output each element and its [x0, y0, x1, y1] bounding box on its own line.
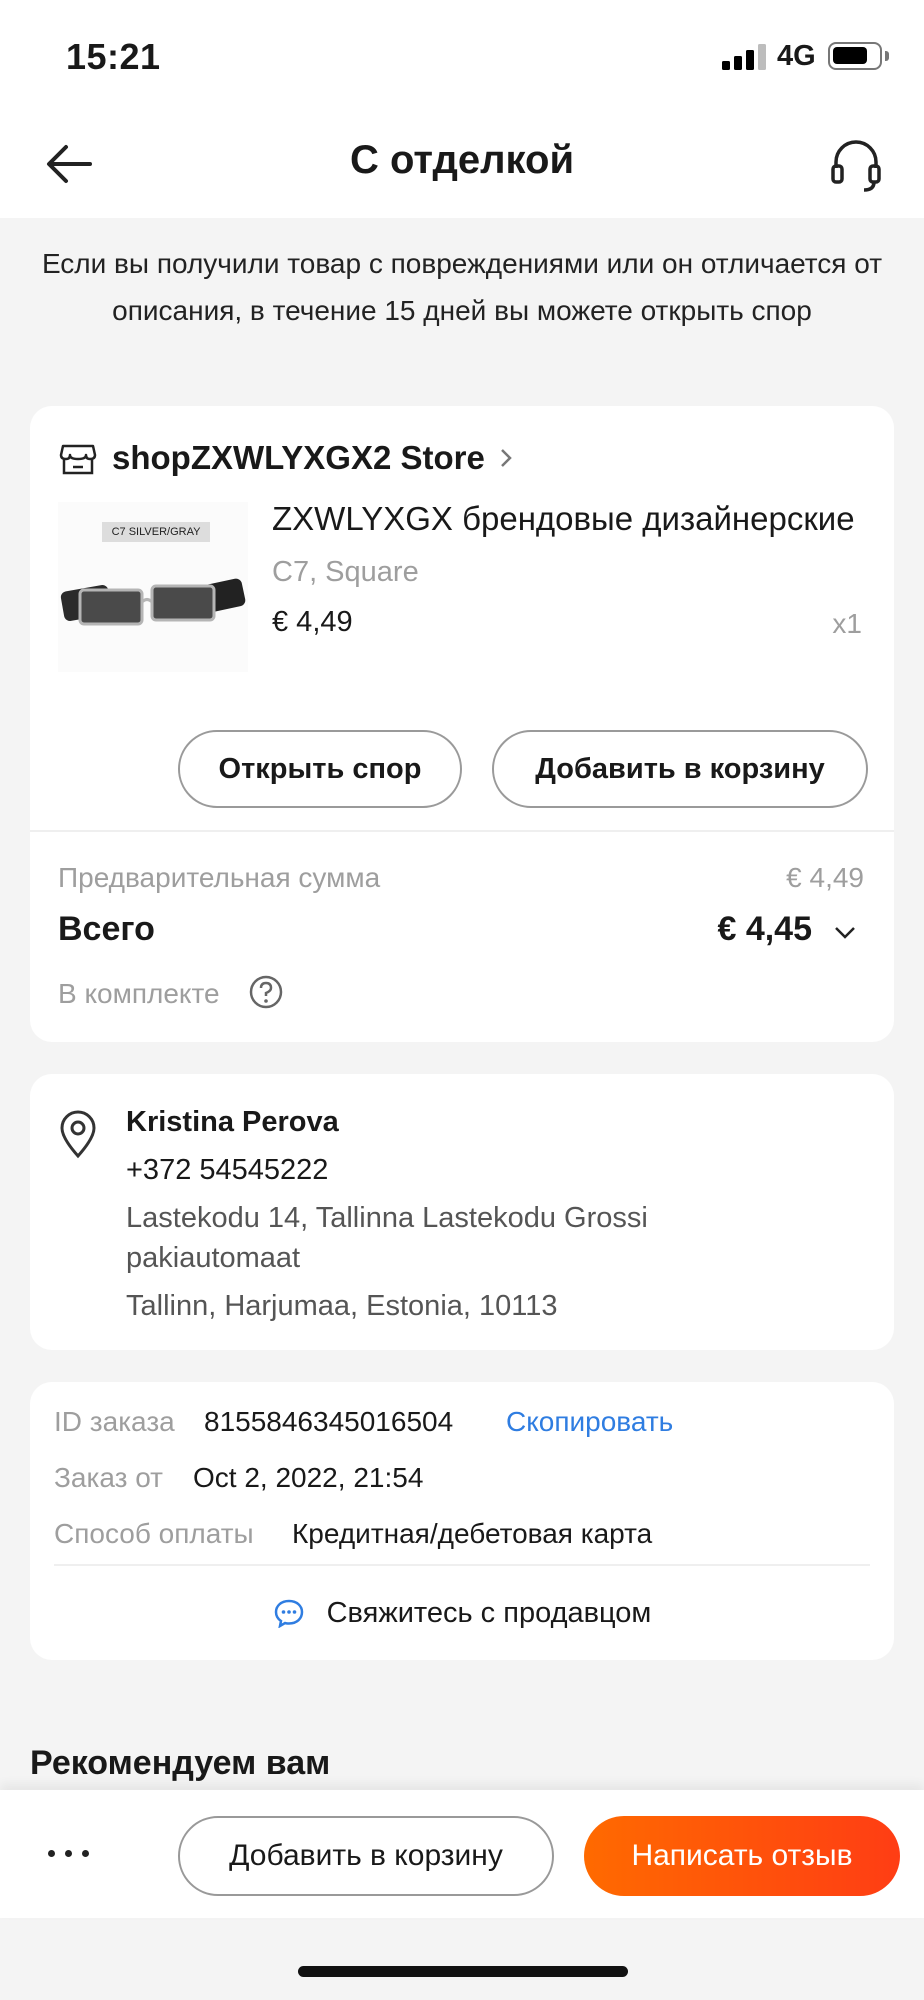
- home-indicator: [298, 1966, 628, 1977]
- recipient-name: Kristina Perova: [126, 1106, 339, 1138]
- dispute-notice: Если вы получили товар с повреждениями и…: [41, 248, 883, 326]
- open-dispute-button[interactable]: Открыть спор: [178, 730, 462, 808]
- page-title: С отделкой: [349, 138, 575, 182]
- bottom-add-to-cart-button[interactable]: Добавить в корзину: [178, 1816, 554, 1896]
- bottom-action-bar: Добавить в корзину Написать отзыв: [0, 1790, 924, 1918]
- status-bar: 15:21 4G: [0, 0, 924, 110]
- copy-order-id-link[interactable]: Скопировать: [506, 1406, 673, 1438]
- nav-bar: С отделкой: [0, 110, 924, 218]
- location-pin-icon: [60, 1110, 96, 1159]
- product-variant: C7, Square: [272, 556, 419, 588]
- store-link[interactable]: shopZXWLYXGX2 Store: [58, 436, 519, 480]
- chat-icon: [274, 1599, 303, 1628]
- address-line-2: pakiautomaat: [126, 1242, 301, 1274]
- order-card: shopZXWLYXGX2 Store C7 SILVER/GRAY ZXWLY…: [30, 406, 894, 1042]
- address-line-1: Lastekodu 14, Tallinna Lastekodu Grossi: [126, 1202, 648, 1234]
- battery-icon: [828, 42, 889, 70]
- product-quantity: x1: [832, 608, 862, 639]
- chevron-down-icon[interactable]: [830, 918, 860, 948]
- recipient-phone: +372 54545222: [126, 1154, 329, 1186]
- store-icon: [59, 444, 97, 475]
- subtotal-label: Предварительная сумма: [58, 862, 381, 893]
- status-time: 15:21: [66, 36, 161, 77]
- signal-icon: [722, 44, 766, 70]
- order-id-label: ID заказа: [54, 1406, 175, 1437]
- network-type: 4G: [777, 40, 816, 72]
- order-date-value: Oct 2, 2022, 21:54: [193, 1462, 424, 1493]
- contact-seller-button[interactable]: Свяжитесь с продавцом: [30, 1576, 894, 1650]
- add-to-cart-button[interactable]: Добавить в корзину: [492, 730, 868, 808]
- store-name: shopZXWLYXGX2 Store: [112, 439, 485, 476]
- order-id-value: 8155846345016504: [204, 1406, 454, 1437]
- order-info-card: ID заказа 8155846345016504 Скопировать З…: [30, 1382, 894, 1660]
- total-value: € 4,45: [717, 910, 812, 948]
- sunglasses-image: [60, 578, 246, 626]
- address-line-3: Tallinn, Harjumaa, Estonia, 10113: [126, 1290, 558, 1322]
- divider: [54, 1564, 870, 1566]
- support-button[interactable]: [826, 134, 886, 194]
- total-label: Всего: [58, 910, 155, 948]
- divider: [30, 830, 894, 832]
- product-price: € 4,49: [272, 606, 353, 638]
- product-image[interactable]: C7 SILVER/GRAY: [58, 502, 248, 672]
- write-review-button[interactable]: Написать отзыв: [584, 1816, 900, 1896]
- headset-icon: [831, 140, 881, 192]
- payment-method-label: Способ оплаты: [54, 1518, 254, 1549]
- recommend-title: Рекомендуем вам: [30, 1744, 331, 1782]
- contact-seller-label: Свяжитесь с продавцом: [326, 1596, 652, 1629]
- subtotal-value: € 4,49: [786, 862, 864, 893]
- order-date-label: Заказ от: [54, 1462, 164, 1493]
- product-title[interactable]: ZXWLYXGX брендовые дизайнерские: [272, 500, 872, 538]
- help-icon[interactable]: [248, 974, 284, 1010]
- payment-method-value: Кредитная/дебетовая карта: [292, 1518, 653, 1549]
- included-label: В комплекте: [58, 978, 220, 1009]
- chevron-right-icon: [500, 449, 512, 467]
- address-card[interactable]: Kristina Perova +372 54545222 Lastekodu …: [30, 1074, 894, 1350]
- more-options-button[interactable]: [46, 1832, 96, 1872]
